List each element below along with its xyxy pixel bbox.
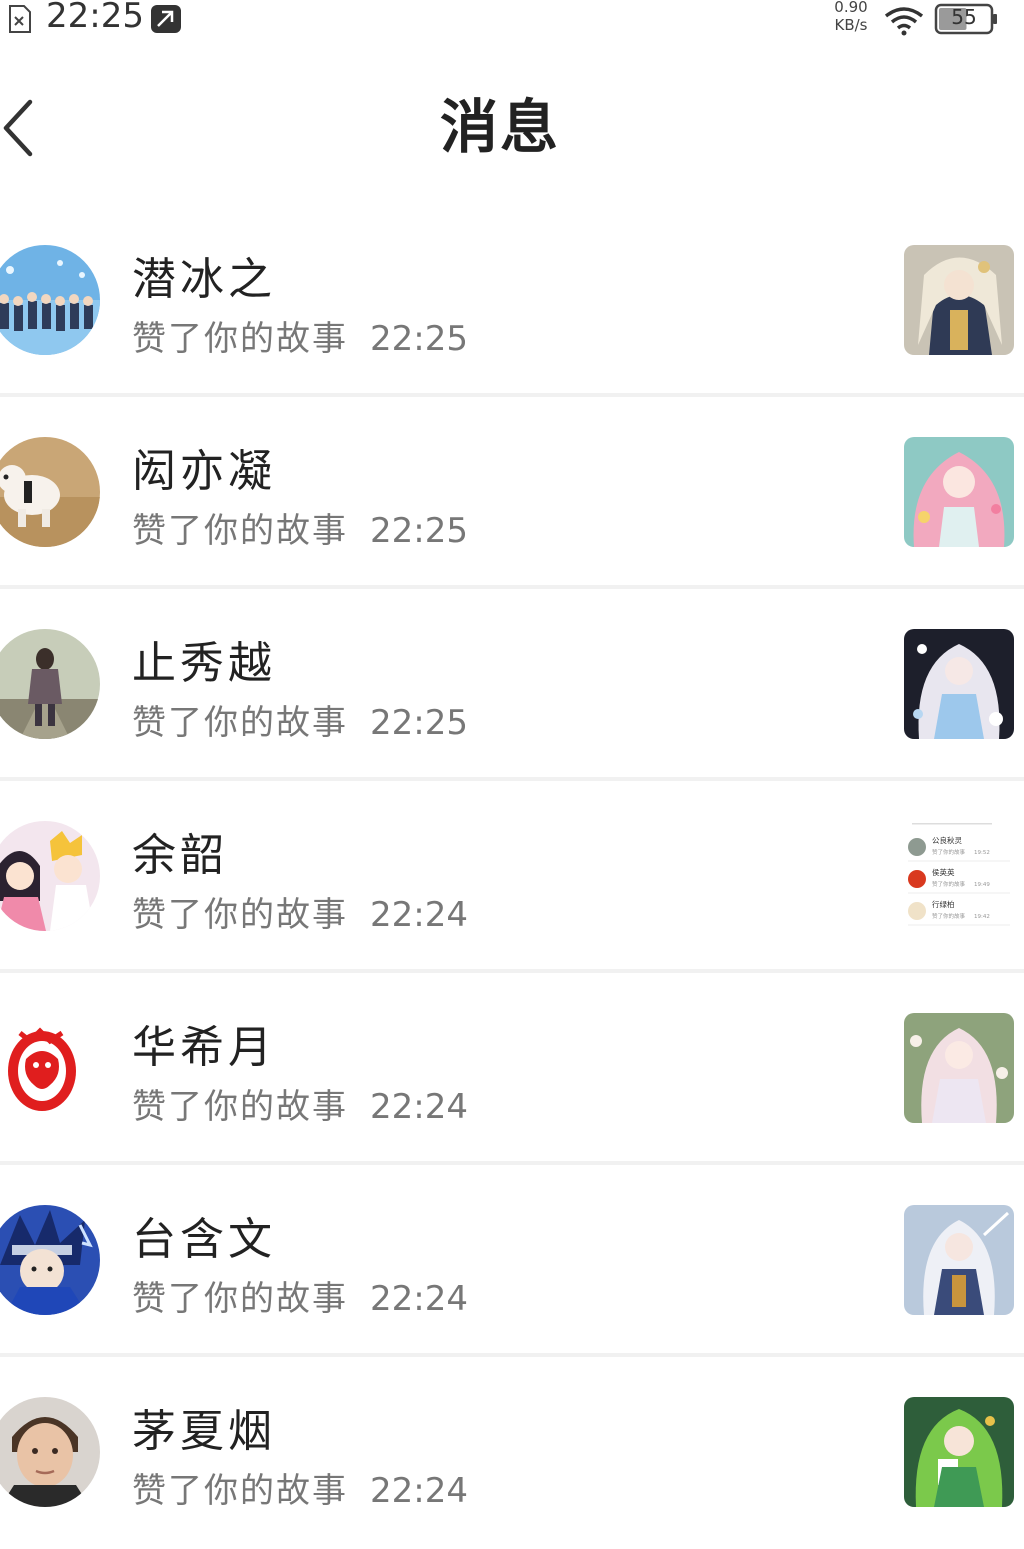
- message-subline: 赞了你的故事 22:24: [132, 1463, 468, 1512]
- story-thumbnail[interactable]: [904, 1205, 1014, 1315]
- message-time: 22:24: [370, 1087, 468, 1127]
- mini-action-3: 赞了你的故事: [932, 912, 966, 920]
- avatar[interactable]: [0, 437, 100, 547]
- sender-name: 台含文: [132, 1214, 276, 1265]
- story-thumbnail[interactable]: [904, 245, 1014, 355]
- mini-time-3: 19:42: [974, 914, 990, 920]
- sender-name: 止秀越: [132, 638, 276, 689]
- app-notification-icon: [151, 5, 181, 33]
- network-speed: 0.90 KB/s: [826, 0, 876, 34]
- message-action: 赞了你的故事: [132, 1279, 348, 1319]
- message-action: 赞了你的故事: [132, 511, 348, 551]
- sender-name: 华希月: [132, 1022, 276, 1073]
- mini-name-2: 侯英英: [932, 867, 955, 877]
- avatar[interactable]: [0, 821, 100, 931]
- message-time: 22:24: [370, 1279, 468, 1319]
- message-row[interactable]: 止秀越 赞了你的故事 22:25: [0, 589, 1024, 781]
- avatar[interactable]: [0, 245, 100, 355]
- avatar[interactable]: [0, 1013, 100, 1123]
- header: 消息: [0, 60, 1024, 190]
- page-title: 消息: [439, 93, 560, 161]
- message-time: 22:25: [370, 703, 468, 743]
- battery-level: 55: [951, 5, 977, 29]
- story-thumbnail[interactable]: [904, 1013, 1014, 1123]
- message-time: 22:25: [370, 319, 468, 359]
- message-time: 22:25: [370, 511, 468, 551]
- file-blocked-icon: [9, 5, 31, 33]
- status-bar: 22:25 0.90 KB/s 55: [0, 0, 1024, 44]
- sender-name: 闳亦凝: [132, 446, 276, 497]
- story-thumbnail[interactable]: [904, 1397, 1014, 1507]
- message-subline: 赞了你的故事 22:25: [132, 695, 468, 744]
- message-time: 22:24: [370, 1471, 468, 1511]
- message-row[interactable]: 台含文 赞了你的故事 22:24: [0, 1165, 1024, 1357]
- sender-name: 潜冰之: [132, 254, 276, 305]
- network-speed-value: 0.90: [834, 0, 868, 16]
- mini-name-3: 行绿柏: [932, 899, 955, 909]
- message-row[interactable]: 余韶 赞了你的故事 22:24 公良秋灵 赞了你的故事 19:52 侯英英 赞了你…: [0, 781, 1024, 973]
- sender-name: 余韶: [132, 830, 228, 881]
- wifi-icon: [884, 7, 924, 36]
- message-subline: 赞了你的故事 22:25: [132, 503, 468, 552]
- message-row[interactable]: 闳亦凝 赞了你的故事 22:25: [0, 397, 1024, 589]
- message-action: 赞了你的故事: [132, 1471, 348, 1511]
- message-row[interactable]: 华希月 赞了你的故事 22:24: [0, 973, 1024, 1165]
- story-thumbnail[interactable]: [904, 629, 1014, 739]
- avatar[interactable]: [0, 629, 100, 739]
- mini-name-1: 公良秋灵: [932, 835, 962, 845]
- message-action: 赞了你的故事: [132, 703, 348, 743]
- message-subline: 赞了你的故事 22:25: [132, 311, 468, 360]
- message-row[interactable]: 潜冰之 赞了你的故事 22:25: [0, 205, 1024, 397]
- story-thumbnail-screenshot[interactable]: 公良秋灵 赞了你的故事 19:52 侯英英 赞了你的故事 19:49 行绿柏 赞…: [904, 821, 1014, 931]
- message-list: 潜冰之 赞了你的故事 22:25 闳亦凝 赞了你的故事 22:25 止秀越 赞了…: [0, 205, 1024, 1549]
- message-row[interactable]: 茅夏烟 赞了你的故事 22:24: [0, 1357, 1024, 1549]
- message-subline: 赞了你的故事 22:24: [132, 887, 468, 936]
- message-time: 22:24: [370, 895, 468, 935]
- mini-action-1: 赞了你的故事: [932, 848, 966, 856]
- mini-time-1: 19:52: [974, 850, 990, 856]
- mini-action-2: 赞了你的故事: [932, 880, 966, 888]
- sender-name: 茅夏烟: [132, 1406, 276, 1457]
- status-time: 22:25: [46, 0, 144, 36]
- story-thumbnail[interactable]: [904, 437, 1014, 547]
- message-action: 赞了你的故事: [132, 895, 348, 935]
- mini-time-2: 19:49: [974, 882, 990, 888]
- message-subline: 赞了你的故事 22:24: [132, 1271, 468, 1320]
- message-subline: 赞了你的故事 22:24: [132, 1079, 468, 1128]
- avatar[interactable]: [0, 1205, 100, 1315]
- message-action: 赞了你的故事: [132, 319, 348, 359]
- avatar[interactable]: [0, 1397, 100, 1507]
- message-action: 赞了你的故事: [132, 1087, 348, 1127]
- network-speed-unit: KB/s: [834, 16, 868, 34]
